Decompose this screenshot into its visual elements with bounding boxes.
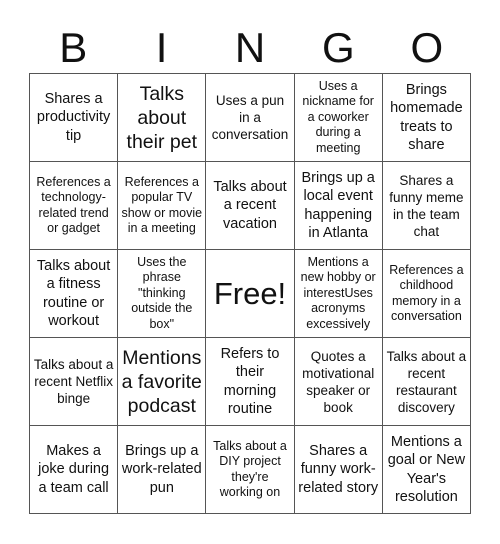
header-letter-g: G	[322, 24, 355, 71]
bingo-cell-text: Quotes a motivational speaker or book	[302, 348, 375, 415]
bingo-cell-o4[interactable]: Talks about a recent restaurant discover…	[382, 338, 471, 426]
bingo-cell-text: References a technology-related trend or…	[36, 174, 111, 236]
bingo-cell-n4[interactable]: Refers to their morning routine	[206, 338, 295, 426]
bingo-cell-b2[interactable]: References a technology-related trend or…	[30, 162, 119, 250]
bingo-cell-b4[interactable]: Talks about a recent Netflix binge	[30, 338, 119, 426]
bingo-cell-b3[interactable]: Talks about a fitness routine or workout	[30, 250, 119, 338]
bingo-cell-text: Mentions a goal or New Year's resolution	[387, 433, 466, 506]
bingo-cell-o5[interactable]: Mentions a goal or New Year's resolution	[382, 426, 471, 514]
bingo-header: B I N G O	[29, 24, 471, 72]
bingo-cell-b1[interactable]: Shares a productivity tip	[30, 74, 119, 162]
bingo-cell-text: Talks about a recent vacation	[213, 178, 287, 232]
bingo-card-grid: Shares a productivity tip Talks about the…	[29, 73, 471, 514]
bingo-cell-text: Shares a productivity tip	[36, 90, 111, 144]
bingo-cell-text: Uses the phrase "thinking outside the bo…	[131, 254, 193, 331]
bingo-cell-text: Makes a joke during a team call	[38, 442, 110, 496]
bingo-cell-n5[interactable]: Talks about a DIY project they're workin…	[206, 426, 295, 514]
bingo-cell-i3[interactable]: Uses the phrase "thinking outside the bo…	[118, 250, 207, 338]
bingo-cell-g5[interactable]: Shares a funny work-related story	[294, 426, 383, 514]
bingo-cell-b5[interactable]: Makes a joke during a team call	[30, 426, 119, 514]
bingo-cell-text: Talks about a recent restaurant discover…	[386, 348, 467, 415]
bingo-cell-text: Uses a nickname for a coworker during a …	[302, 78, 374, 155]
bingo-cell-text: References a popular TV show or movie in…	[121, 174, 203, 236]
bingo-cell-free-space[interactable]: Free!	[206, 250, 295, 338]
bingo-cell-text: Free!	[213, 275, 287, 311]
bingo-cell-n2[interactable]: Talks about a recent vacation	[206, 162, 295, 250]
bingo-cell-g3[interactable]: Mentions a new hobby or interestUses acr…	[294, 250, 383, 338]
bingo-cell-text: Brings homemade treats to share	[390, 81, 463, 154]
bingo-cell-o2[interactable]: Shares a funny meme in the team chat	[382, 162, 471, 250]
bingo-cell-g4[interactable]: Quotes a motivational speaker or book	[294, 338, 383, 426]
bingo-cell-text: Talks about a DIY project they're workin…	[213, 438, 287, 500]
bingo-cell-text: Mentions a favorite podcast	[121, 346, 202, 417]
bingo-cell-text: References a childhood memory in a conve…	[389, 262, 464, 324]
bingo-cell-i4[interactable]: Mentions a favorite podcast	[118, 338, 207, 426]
bingo-cell-o3[interactable]: References a childhood memory in a conve…	[382, 250, 471, 338]
bingo-cell-text: Brings up a local event happening in Atl…	[301, 169, 375, 242]
bingo-cell-g2[interactable]: Brings up a local event happening in Atl…	[294, 162, 383, 250]
header-letter-o: O	[410, 24, 444, 71]
bingo-cell-n1[interactable]: Uses a pun in a conversation	[206, 74, 295, 162]
header-letter-b: B	[59, 24, 88, 71]
bingo-cell-i2[interactable]: References a popular TV show or movie in…	[118, 162, 207, 250]
bingo-cell-text: Brings up a work-related pun	[121, 442, 202, 496]
bingo-cell-g1[interactable]: Uses a nickname for a coworker during a …	[294, 74, 383, 162]
bingo-cell-text: Shares a funny meme in the team chat	[389, 172, 464, 239]
bingo-cell-o1[interactable]: Brings homemade treats to share	[382, 74, 471, 162]
bingo-cell-i1[interactable]: Talks about their pet	[118, 74, 207, 162]
bingo-cell-text: Refers to their morning routine	[220, 345, 280, 418]
header-letter-n: N	[234, 24, 266, 71]
bingo-cell-text: Talks about their pet	[126, 82, 198, 153]
bingo-cell-text: Uses a pun in a conversation	[211, 93, 289, 142]
bingo-cell-text: Talks about a fitness routine or workout	[36, 257, 111, 330]
bingo-cell-text: Mentions a new hobby or interestUses acr…	[300, 254, 376, 331]
header-letter-i: I	[155, 24, 168, 71]
bingo-cell-text: Talks about a recent Netflix binge	[33, 357, 114, 406]
bingo-cell-i5[interactable]: Brings up a work-related pun	[118, 426, 207, 514]
bingo-cell-text: Shares a funny work-related story	[298, 442, 379, 496]
